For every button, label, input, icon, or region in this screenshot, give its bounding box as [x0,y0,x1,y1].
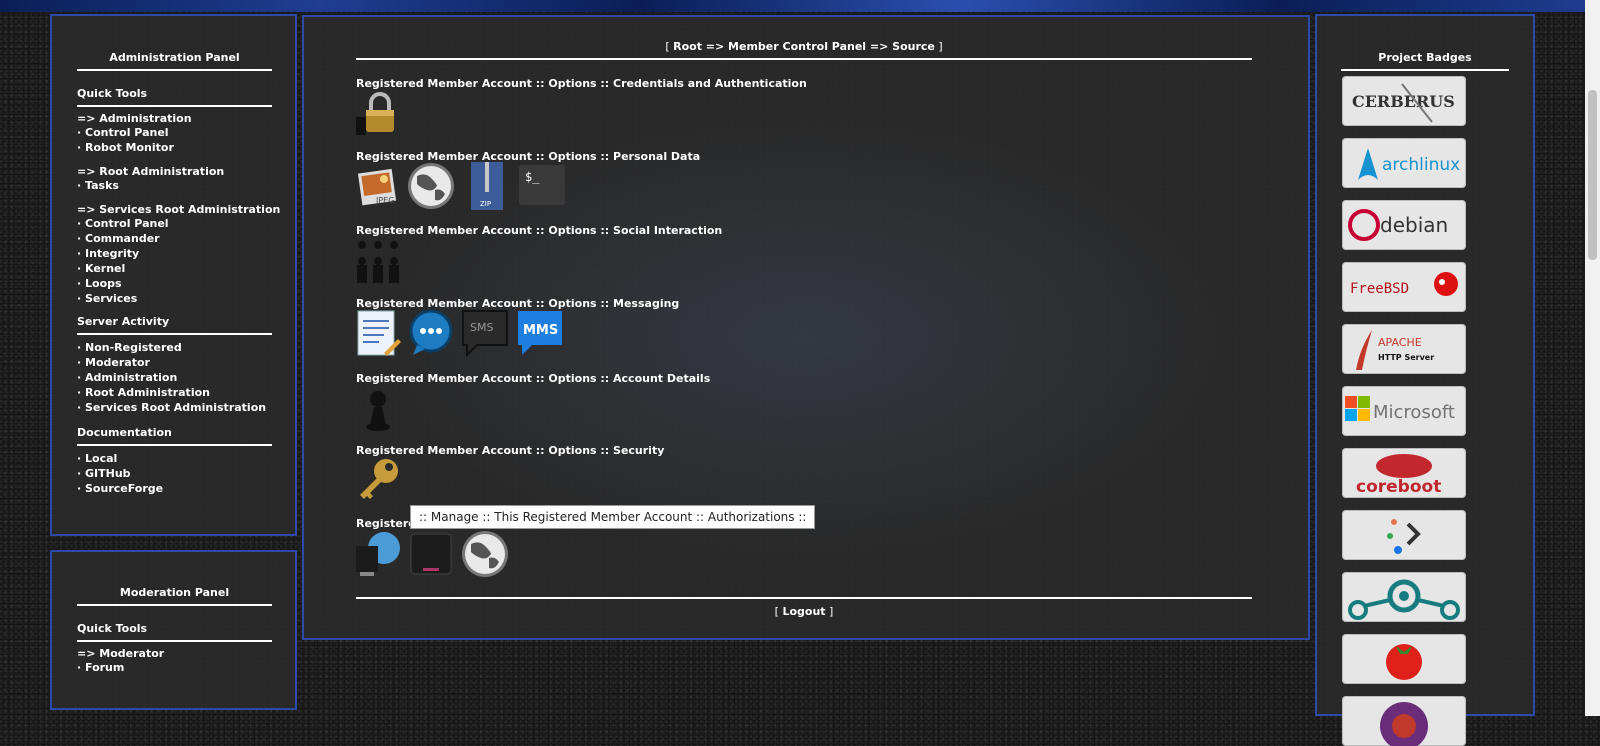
activity-link-administration[interactable]: · Administration [77,371,177,384]
doc-link-local[interactable]: · Local [77,452,117,465]
mms-label: MMS [523,323,558,338]
admin-link-administration[interactable]: => Administration [77,112,192,125]
apache-badge-text: APACHE [1378,336,1422,349]
key-icon[interactable] [354,457,402,505]
lock-icon[interactable] [354,89,402,137]
admin-link-integrity[interactable]: · Integrity [77,247,139,260]
server-activity-heading: Server Activity [77,315,272,335]
logout-divider [356,597,1252,599]
documentation-heading: Documentation [77,426,272,446]
sms-label: SMS [470,321,493,334]
project-badges-panel: Project Badges CERBERUS archlinux debian… [1315,14,1535,746]
cerberus-badge-text: CERBERUS [1352,92,1455,111]
freebsd-badge-text: FreeBSD [1350,281,1409,297]
archlinux-badge[interactable]: archlinux [1342,138,1466,188]
coreboot-badge[interactable]: coreboot [1342,448,1466,498]
section-security-title: Registered Member Account :: Options :: … [356,444,665,457]
activity-link-non-registered[interactable]: · Non-Registered [77,341,182,354]
administration-panel: Administration Panel Quick Tools => Admi… [50,14,297,536]
moderation-panel: Moderation Panel Quick Tools => Moderato… [50,550,297,710]
admin-link-robot-monitor[interactable]: · Robot Monitor [77,141,174,154]
jpeg-label: JPEG [375,196,394,205]
zip-label: ZIP [480,200,491,208]
purple-badge[interactable] [1342,696,1466,746]
debian-badge[interactable]: debian [1342,200,1466,250]
logout-row: [ Logout ] [356,605,1252,618]
terminal-label: $_ [525,170,540,184]
coreboot-badge-text: coreboot [1356,477,1441,497]
breadcrumb-path[interactable]: Root => Member Control Panel => Source [673,40,935,53]
breadcrumb-close: ] [934,40,943,53]
prompt-badge[interactable] [1342,510,1466,560]
admin-link-services-root-administration[interactable]: => Services Root Administration [77,203,280,216]
admin-link-tasks[interactable]: · Tasks [77,179,119,192]
admin-link-loops[interactable]: · Loops [77,277,122,290]
terminal-icon[interactable]: $_ [519,165,565,205]
admin-link-control-panel[interactable]: · Control Panel [77,126,169,139]
admin-panel-title: Administration Panel [77,51,272,71]
debian-badge-text: debian [1380,213,1448,237]
logout-link[interactable]: Logout [782,605,825,618]
mod-quick-tools-heading: Quick Tools [77,622,272,642]
scrollbar-thumb[interactable] [1588,90,1597,260]
admin-quick-tools-heading: Quick Tools [77,87,272,107]
page-scrollbar[interactable] [1585,0,1600,716]
audience-icon[interactable] [354,237,402,285]
section-social-title: Registered Member Account :: Options :: … [356,224,723,237]
chat-bubble-icon[interactable] [407,309,455,357]
tomato-badge[interactable] [1342,634,1466,684]
freebsd-badge[interactable]: FreeBSD [1342,262,1466,312]
mod-link-moderator[interactable]: => Moderator [77,647,164,660]
microsoft-badge-text: Microsoft [1373,402,1455,423]
apache-badge-subtext: HTTP Server [1378,353,1434,362]
doc-link-github[interactable]: · GITHub [77,467,131,480]
admin-link-services-control-panel[interactable]: · Control Panel [77,217,169,230]
mod-link-forum[interactable]: · Forum [77,661,124,674]
top-banner-strip [0,0,1600,12]
admin-link-services[interactable]: · Services [77,292,137,305]
archlinux-badge-text: archlinux [1382,155,1460,175]
lineage-badge[interactable] [1342,572,1466,622]
logout-close: ] [825,605,834,618]
breadcrumb-open: [ [665,40,674,53]
globe-icon[interactable] [407,162,455,210]
badges-title: Project Badges [1341,51,1509,71]
admin-link-root-administration[interactable]: => Root Administration [77,165,224,178]
section-account-details-title: Registered Member Account :: Options :: … [356,372,711,385]
sms-icon[interactable]: SMS [461,309,509,358]
hard-drive-icon[interactable] [409,532,457,580]
admin-link-commander[interactable]: · Commander [77,232,160,245]
globe-icon[interactable] [461,530,509,578]
activity-link-moderator[interactable]: · Moderator [77,356,150,369]
member-control-panel: [ Root => Member Control Panel => Source… [302,15,1310,640]
apache-badge[interactable]: APACHE HTTP Server [1342,324,1466,374]
section-credentials-title: Registered Member Account :: Options :: … [356,77,807,90]
cerberus-badge[interactable]: CERBERUS [1342,76,1466,126]
mod-panel-title: Moderation Panel [77,586,272,606]
admin-link-kernel[interactable]: · Kernel [77,262,125,275]
note-edit-icon[interactable] [354,309,402,357]
authorizations-tooltip: :: Manage :: This Registered Member Acco… [410,505,816,529]
doc-link-sourceforge[interactable]: · SourceForge [77,482,163,495]
breadcrumb: [ Root => Member Control Panel => Source… [356,40,1252,60]
computer-globe-icon[interactable] [354,530,402,578]
zip-archive-icon[interactable]: ZIP [467,162,507,210]
activity-link-services-root-administration[interactable]: · Services Root Administration [77,401,266,414]
user-silhouette-icon[interactable] [354,385,402,433]
mms-icon[interactable]: MMS [516,309,564,357]
microsoft-badge[interactable]: Microsoft [1342,386,1466,436]
jpeg-image-icon[interactable]: JPEG [354,163,402,211]
activity-link-root-administration[interactable]: · Root Administration [77,386,210,399]
